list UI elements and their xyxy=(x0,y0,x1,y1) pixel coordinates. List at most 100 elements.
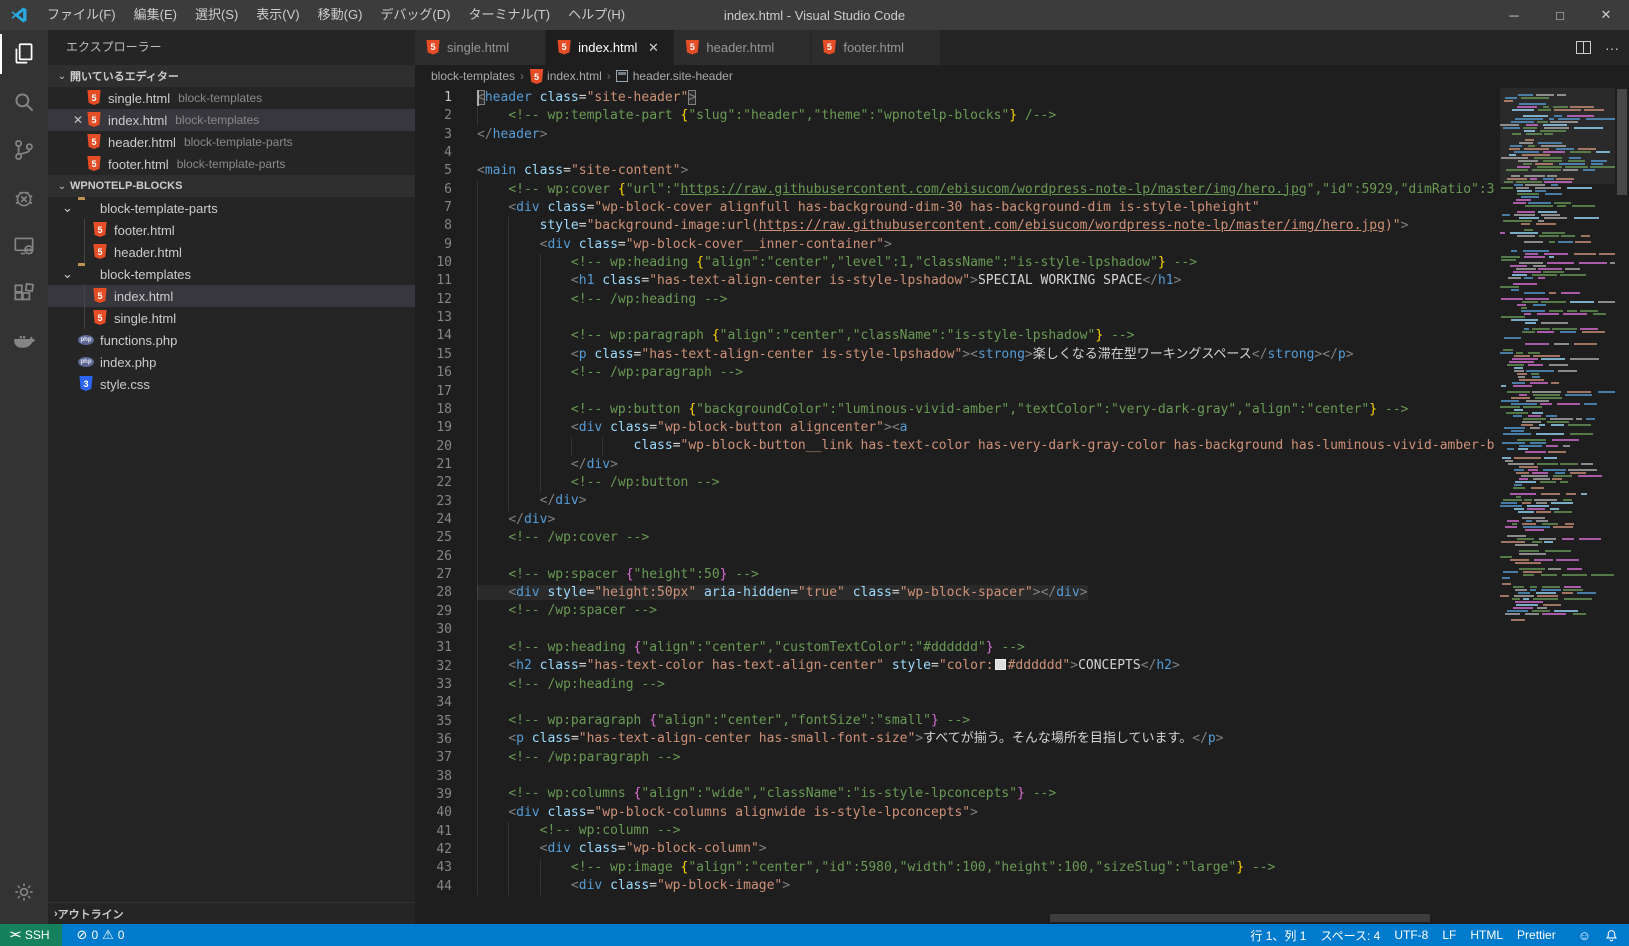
open-editor-item[interactable]: 5footer.htmlblock-template-parts xyxy=(48,153,415,175)
explorer-icon[interactable] xyxy=(0,30,48,78)
tree-item-footer-html[interactable]: 5footer.html xyxy=(48,219,415,241)
status-item[interactable]: Prettier xyxy=(1510,924,1563,946)
tree-item-block-template-parts[interactable]: ⌄block-template-parts xyxy=(48,197,415,219)
tab-header.html[interactable]: 5header.html xyxy=(674,30,811,65)
extensions-icon[interactable] xyxy=(0,270,48,318)
code-line[interactable]: </div> xyxy=(477,511,1500,529)
code-line[interactable]: <!-- wp:cover {"url":"https://raw.github… xyxy=(477,181,1500,199)
tree-item-single-html[interactable]: 5single.html xyxy=(48,307,415,329)
code-line[interactable] xyxy=(477,621,1500,639)
menu-item[interactable]: 表示(V) xyxy=(247,0,308,30)
menu-item[interactable]: ファイル(F) xyxy=(38,0,125,30)
code-line[interactable]: <p class="has-text-align-center is-style… xyxy=(477,346,1500,364)
tab-single.html[interactable]: 5single.html xyxy=(415,30,546,65)
code-line[interactable]: style="background-image:url(https://raw.… xyxy=(477,217,1500,235)
code-line[interactable]: <!-- wp:image {"align":"center","id":598… xyxy=(477,859,1500,877)
code-line[interactable]: <!-- wp:column --> xyxy=(477,822,1500,840)
code-line[interactable]: <p class="has-text-align-center has-smal… xyxy=(477,730,1500,748)
code-line[interactable]: <div class="wp-block-columns alignwide i… xyxy=(477,804,1500,822)
code-line[interactable]: <!-- /wp:paragraph --> xyxy=(477,364,1500,382)
code-line[interactable]: <div class="wp-block-column"> xyxy=(477,840,1500,858)
open-editor-item[interactable]: 5single.htmlblock-templates xyxy=(48,87,415,109)
code-line[interactable]: <div class="wp-block-button aligncenter"… xyxy=(477,419,1500,437)
code-line[interactable]: <h2 class="has-text-color has-text-align… xyxy=(477,657,1500,675)
code-line[interactable] xyxy=(477,309,1500,327)
code-line[interactable]: <!-- wp:spacer {"height":50} --> xyxy=(477,566,1500,584)
split-editor-icon[interactable] xyxy=(1576,41,1591,54)
code-line[interactable]: <!-- /wp:button --> xyxy=(477,474,1500,492)
status-item[interactable]: 行 1、列 1 xyxy=(1243,924,1313,946)
tab-index.html[interactable]: 5index.html✕ xyxy=(546,30,674,65)
code-line[interactable]: <!-- wp:paragraph {"align":"center","fon… xyxy=(477,712,1500,730)
code-line[interactable]: <!-- /wp:heading --> xyxy=(477,291,1500,309)
minimap[interactable] xyxy=(1500,88,1615,924)
code-line[interactable]: <!-- wp:columns {"align":"wide","classNa… xyxy=(477,785,1500,803)
tab-footer.html[interactable]: 5footer.html xyxy=(811,30,941,65)
open-editors-header[interactable]: ⌄ 開いているエディター xyxy=(48,65,415,87)
close-icon[interactable]: ✕ xyxy=(70,113,86,127)
code-line[interactable]: <main class="site-content"> xyxy=(477,162,1500,180)
code-line[interactable]: <!-- wp:heading {"align":"center","custo… xyxy=(477,639,1500,657)
status-item[interactable]: スペース: 4 xyxy=(1313,924,1387,946)
close-button[interactable]: ✕ xyxy=(1583,0,1629,30)
code-line[interactable]: <div class="wp-block-cover alignfull has… xyxy=(477,199,1500,217)
problems-indicator[interactable]: ⊘ 0 ⚠ 0 xyxy=(70,924,132,946)
notifications-bell-icon[interactable] xyxy=(1598,924,1625,946)
code-line[interactable]: <h1 class="has-text-align-center is-styl… xyxy=(477,272,1500,290)
settings-gear-icon[interactable] xyxy=(0,868,48,916)
remote-indicator[interactable]: >< SSH xyxy=(0,924,62,946)
debug-icon[interactable] xyxy=(0,174,48,222)
menu-item[interactable]: ターミナル(T) xyxy=(459,0,559,30)
tree-item-header-html[interactable]: 5header.html xyxy=(48,241,415,263)
open-editor-item[interactable]: 5header.htmlblock-template-parts xyxy=(48,131,415,153)
code-line[interactable]: <!-- /wp:paragraph --> xyxy=(477,749,1500,767)
code-line[interactable]: <header class="site-header"> xyxy=(477,89,1500,107)
code-line[interactable]: <div style="height:50px" aria-hidden="tr… xyxy=(477,584,1500,602)
tree-item-style-css[interactable]: 3style.css xyxy=(48,373,415,395)
status-item[interactable]: LF xyxy=(1435,924,1463,946)
code-line[interactable]: <div class="wp-block-image"> xyxy=(477,877,1500,895)
tree-item-functions-php[interactable]: phpfunctions.php xyxy=(48,329,415,351)
tree-item-index-php[interactable]: phpindex.php xyxy=(48,351,415,373)
code-line[interactable]: <div class="wp-block-cover__inner-contai… xyxy=(477,236,1500,254)
code-line[interactable] xyxy=(477,144,1500,162)
workspace-header[interactable]: ⌄ WPNOTELP-BLOCKS xyxy=(48,175,415,197)
menu-item[interactable]: 選択(S) xyxy=(186,0,247,30)
remote-explorer-icon[interactable] xyxy=(0,222,48,270)
feedback-smiley-icon[interactable]: ☺ xyxy=(1571,924,1598,946)
code-line[interactable]: <!-- wp:button {"backgroundColor":"lumin… xyxy=(477,401,1500,419)
code-line[interactable]: <!-- wp:template-part {"slug":"header","… xyxy=(477,107,1500,125)
code-line[interactable]: class="wp-block-button__link has-text-co… xyxy=(477,437,1500,455)
code-line[interactable] xyxy=(477,382,1500,400)
more-actions-icon[interactable]: ··· xyxy=(1605,40,1619,56)
status-item[interactable]: HTML xyxy=(1463,924,1510,946)
breadcrumb-item[interactable]: header.site-header xyxy=(616,69,733,83)
tree-item-block-templates[interactable]: ⌄block-templates xyxy=(48,263,415,285)
code-line[interactable] xyxy=(477,694,1500,712)
outline-header[interactable]: › アウトライン xyxy=(48,902,415,924)
maximize-button[interactable]: □ xyxy=(1537,0,1583,30)
code-line[interactable] xyxy=(477,547,1500,565)
code-line[interactable]: <!-- /wp:spacer --> xyxy=(477,602,1500,620)
menu-item[interactable]: ヘルプ(H) xyxy=(559,0,634,30)
vertical-scrollbar[interactable] xyxy=(1615,87,1629,924)
code-line[interactable] xyxy=(477,767,1500,785)
code-line[interactable]: </div> xyxy=(477,456,1500,474)
breadcrumb-item[interactable]: 5index.html xyxy=(529,69,602,83)
code-line[interactable]: <!-- /wp:heading --> xyxy=(477,676,1500,694)
tree-item-index-html[interactable]: 5index.html xyxy=(48,285,415,307)
minimize-button[interactable]: ─ xyxy=(1491,0,1537,30)
code-editor[interactable]: <header class="site-header"> <!-- wp:tem… xyxy=(477,87,1500,896)
menu-item[interactable]: 編集(E) xyxy=(125,0,186,30)
code-line[interactable]: <!-- wp:heading {"align":"center","level… xyxy=(477,254,1500,272)
source-control-icon[interactable] xyxy=(0,126,48,174)
menu-item[interactable]: デバッグ(D) xyxy=(371,0,459,30)
status-item[interactable]: UTF-8 xyxy=(1387,924,1435,946)
code-line[interactable]: <!-- wp:paragraph {"align":"center","cla… xyxy=(477,327,1500,345)
docker-icon[interactable] xyxy=(0,318,48,366)
breadcrumb-item[interactable]: block-templates xyxy=(431,69,515,83)
horizontal-scrollbar[interactable] xyxy=(1050,914,1430,922)
tab-close-icon[interactable]: ✕ xyxy=(643,40,663,56)
code-line[interactable]: </header> xyxy=(477,126,1500,144)
search-icon[interactable] xyxy=(0,78,48,126)
